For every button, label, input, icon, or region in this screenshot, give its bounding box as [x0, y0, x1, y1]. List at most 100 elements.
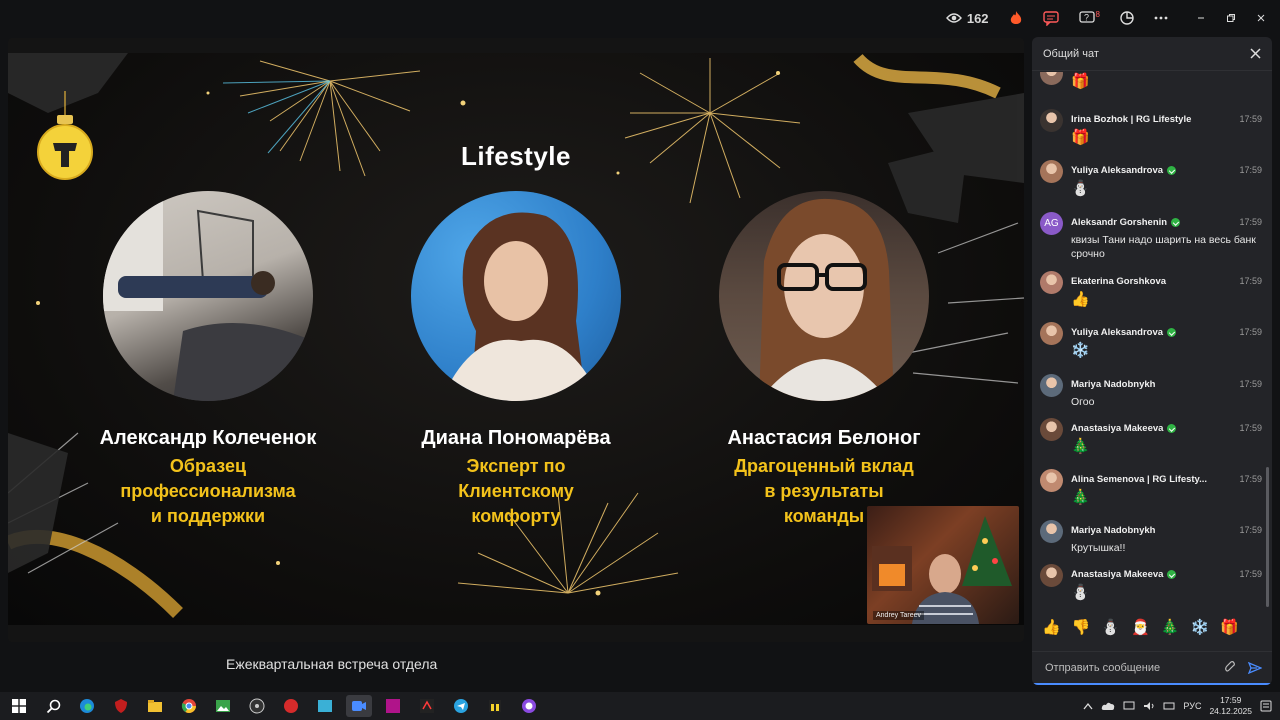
role-line: Эксперт по: [466, 456, 566, 476]
person-photo-icon: [103, 191, 313, 401]
pie-chart-icon: [1120, 11, 1134, 25]
screen-icon[interactable]: [1123, 701, 1135, 711]
restore-button[interactable]: [1226, 13, 1236, 23]
avatar[interactable]: [1040, 418, 1063, 441]
telegram-app[interactable]: [448, 695, 474, 717]
obs-app[interactable]: [244, 695, 270, 717]
fire-icon: [1010, 11, 1021, 24]
role-line: в результаты: [764, 481, 884, 501]
eye-icon: [945, 13, 962, 23]
presentation-stage: T Lifestyle Александр Колеченок Образец …: [8, 38, 1024, 642]
speaker-webcam[interactable]: Andrey Tareev: [867, 506, 1019, 624]
start-button[interactable]: [6, 695, 32, 717]
security-app[interactable]: [108, 695, 134, 717]
network-icon[interactable]: [1163, 701, 1175, 711]
avatar[interactable]: [1040, 322, 1063, 345]
reaction-button[interactable]: ❄️: [1190, 618, 1209, 636]
folder-icon: [148, 700, 162, 712]
file-explorer-app[interactable]: [142, 695, 168, 717]
message-emoji: ⛄: [1071, 584, 1090, 601]
notes-app[interactable]: [312, 695, 338, 717]
send-icon[interactable]: [1248, 661, 1262, 674]
chat-message-input[interactable]: [1045, 661, 1224, 674]
avatar[interactable]: [1040, 160, 1063, 183]
telegram-icon: [454, 699, 468, 713]
windows-icon: [12, 699, 26, 713]
language-indicator[interactable]: РУС: [1183, 701, 1201, 711]
message-emoji: 👍: [1071, 291, 1090, 308]
shield-icon: [115, 699, 127, 713]
chat-scrollbar[interactable]: [1266, 467, 1269, 607]
clock-time: 17:59: [1220, 695, 1242, 705]
yellow-app[interactable]: [482, 695, 508, 717]
nominee-photo: [719, 191, 929, 401]
fire-button[interactable]: [1009, 10, 1023, 26]
questions-button[interactable]: ? 8: [1078, 10, 1100, 26]
more-button[interactable]: [1154, 16, 1168, 20]
notifications-icon[interactable]: [1260, 700, 1272, 712]
edge-app[interactable]: [74, 695, 100, 717]
reaction-button[interactable]: 🎄: [1161, 618, 1180, 636]
nominee-name: Александр Колеченок: [99, 427, 317, 449]
chat-messages[interactable]: 🎁 Irina Bozhok | RG Lifestyle 17:59 🎁 Yuliya…: [1032, 72, 1272, 637]
reaction-button[interactable]: ⛄: [1101, 618, 1120, 636]
viewers-counter[interactable]: 162: [945, 10, 989, 26]
reaction-button[interactable]: 👍: [1042, 618, 1061, 636]
verified-icon: [1167, 424, 1177, 433]
chat-title: Общий чат: [1043, 47, 1099, 60]
verified-icon: [1167, 166, 1177, 175]
avatar[interactable]: [1040, 469, 1063, 492]
chrome-app[interactable]: [176, 695, 202, 717]
slide-title: Lifestyle: [461, 141, 571, 171]
meeting-app-active[interactable]: [346, 695, 372, 717]
more-icon: [1154, 16, 1168, 20]
avatar[interactable]: [1040, 109, 1063, 132]
game-icon: [386, 699, 400, 713]
avatar[interactable]: [1040, 271, 1063, 294]
message-time: 17:59: [1239, 276, 1262, 286]
message-author: Alina Semenova | RG Lifesty...: [1071, 474, 1208, 485]
chat-toggle-button[interactable]: [1042, 10, 1059, 26]
person-photo-icon: [441, 212, 601, 401]
messenger-app[interactable]: [516, 695, 542, 717]
avatar[interactable]: [1040, 520, 1063, 543]
chevron-up-icon[interactable]: [1083, 702, 1093, 710]
avatar[interactable]: [1040, 374, 1063, 397]
nominee-card-1: Александр Колеченок Образец профессионал…: [58, 191, 358, 529]
message-emoji: 🎁: [1071, 73, 1090, 90]
role-line: Клиентскому: [458, 481, 574, 501]
avatar[interactable]: AG: [1040, 212, 1063, 235]
restore-icon: [1227, 14, 1235, 22]
chat-input-row: [1032, 651, 1272, 685]
avatar[interactable]: [1040, 564, 1063, 587]
viewers-count: 162: [966, 10, 989, 26]
game-app[interactable]: [380, 695, 406, 717]
message-text: Огоо: [1071, 396, 1095, 408]
message-emoji: 🎁: [1071, 129, 1090, 146]
svg-text:?: ?: [1084, 12, 1089, 22]
stats-button[interactable]: [1120, 11, 1134, 25]
reaction-button[interactable]: 👎: [1072, 618, 1091, 636]
photos-app[interactable]: [210, 695, 236, 717]
reaction-button[interactable]: 🎅: [1131, 618, 1150, 636]
search-button[interactable]: [40, 695, 66, 717]
dark-app[interactable]: [414, 695, 440, 717]
search-icon: [46, 699, 60, 713]
person-photo-icon: [759, 198, 894, 401]
avatar[interactable]: [1040, 72, 1063, 85]
message-author: Anastasiya Makeeva: [1071, 569, 1177, 580]
minimize-button[interactable]: [1196, 13, 1206, 23]
close-window-button[interactable]: [1256, 13, 1266, 23]
attach-icon[interactable]: [1224, 661, 1236, 674]
minimize-icon: [1198, 17, 1204, 19]
red-app[interactable]: [278, 695, 304, 717]
chrome-icon: [181, 699, 196, 713]
cloud-icon[interactable]: [1101, 701, 1115, 711]
reaction-button[interactable]: 🎁: [1220, 618, 1239, 636]
system-clock[interactable]: 17:59 24.12.2025: [1209, 695, 1252, 717]
message-time: 17:59: [1239, 165, 1262, 175]
message-author: Mariya Nadobnykh: [1071, 525, 1156, 536]
close-chat-icon[interactable]: [1250, 48, 1261, 59]
nominee-photo: [411, 191, 621, 401]
volume-icon[interactable]: [1143, 701, 1155, 711]
